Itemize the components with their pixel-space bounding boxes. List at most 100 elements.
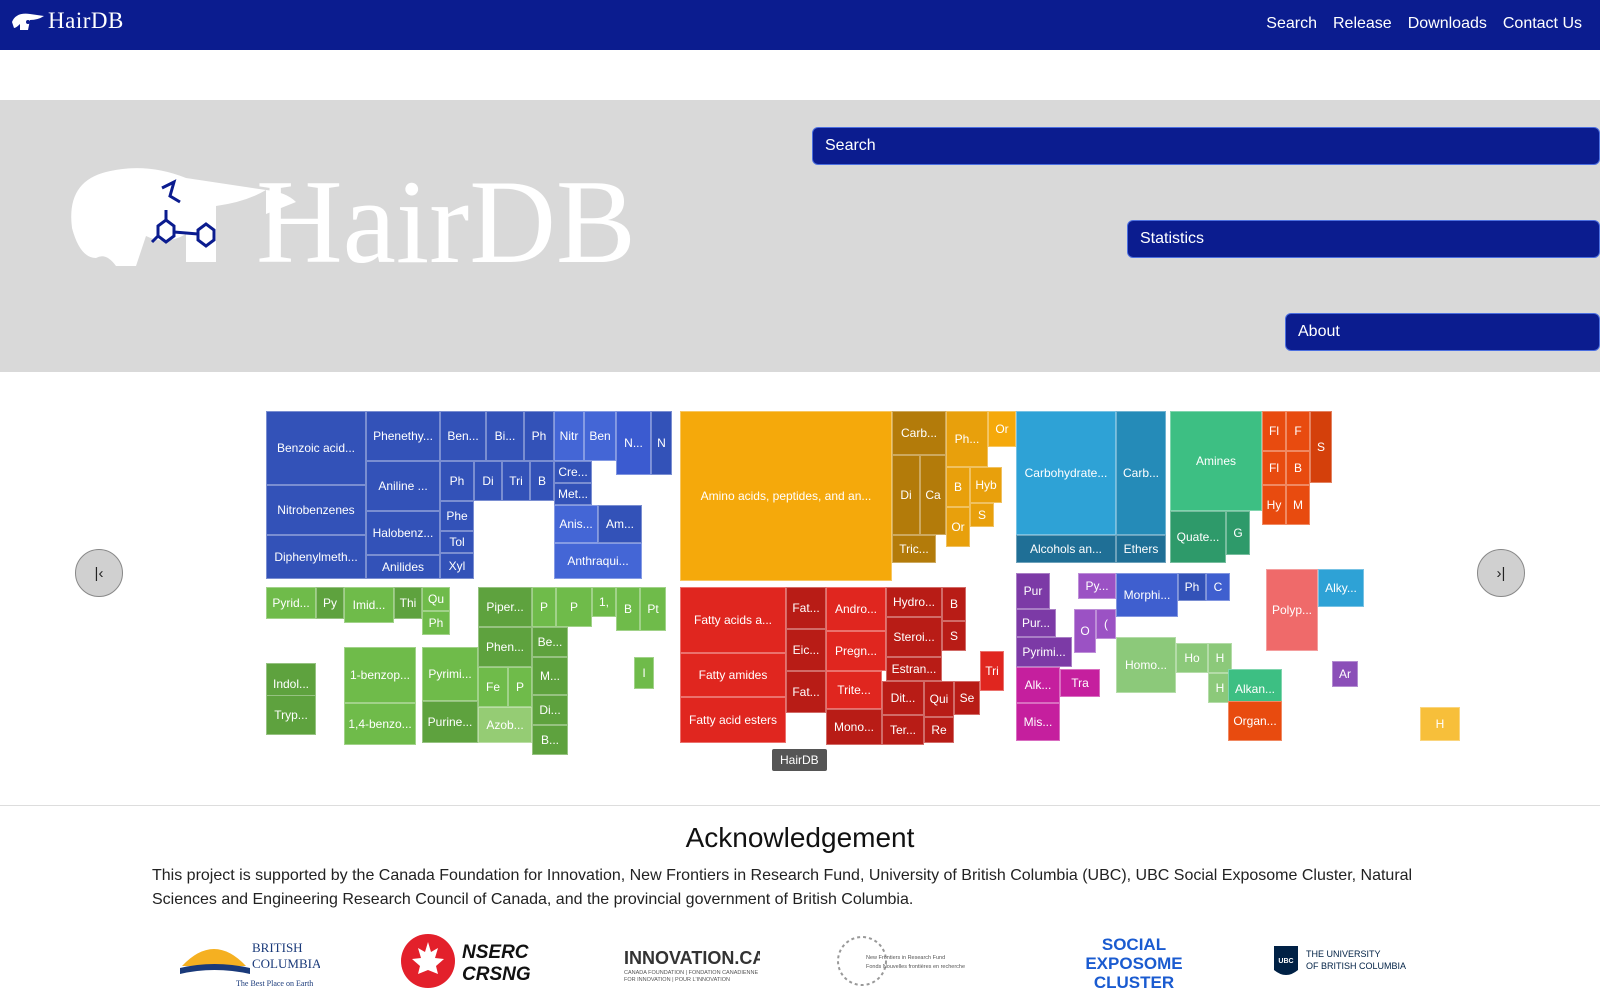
nserc-logo[interactable]: NSERC CRSNG <box>400 930 540 992</box>
nav-link-search[interactable]: Search <box>1266 15 1317 33</box>
treemap-cell[interactable]: Qu <box>422 587 450 611</box>
hero-about-button[interactable]: About <box>1285 313 1600 351</box>
treemap-cell[interactable]: Hydro... <box>886 587 942 617</box>
treemap-cell[interactable]: Phen... <box>478 627 532 667</box>
treemap-cell[interactable]: Alky... <box>1318 569 1364 607</box>
treemap-cell[interactable]: 1-benzop... <box>344 647 416 703</box>
treemap-cell[interactable]: Fatty acids a... <box>680 587 786 653</box>
treemap-cell[interactable]: Xyl <box>440 553 474 579</box>
treemap-cell[interactable]: Ben... <box>440 411 486 461</box>
treemap-cell[interactable]: Benzoic acid... <box>266 411 366 485</box>
treemap-cell[interactable]: Carb... <box>1116 411 1166 535</box>
treemap-cell[interactable]: Steroi... <box>886 617 942 657</box>
navbar-brand[interactable]: HairDB <box>10 8 124 34</box>
treemap-cell[interactable]: I <box>634 657 654 689</box>
treemap-cell[interactable]: Nitr <box>554 411 584 461</box>
treemap-cell[interactable]: Tol <box>440 531 474 553</box>
treemap-cell[interactable]: S <box>970 503 994 527</box>
treemap-cell[interactable]: Ph <box>440 461 474 501</box>
treemap-cell[interactable]: G <box>1226 511 1250 555</box>
treemap-cell[interactable]: P <box>532 587 556 627</box>
ubc-logo[interactable]: UBC THE UNIVERSITY OF BRITISH COLUMBIA <box>1270 930 1430 992</box>
treemap-cell[interactable]: Cre... <box>554 461 592 483</box>
treemap-cell[interactable]: B <box>530 461 554 501</box>
treemap-cell[interactable]: Mono... <box>826 709 882 745</box>
treemap-cell[interactable]: B <box>942 587 966 621</box>
treemap-cell[interactable]: Pt <box>640 587 666 631</box>
treemap-cell[interactable]: Thi <box>394 587 422 619</box>
treemap-cell[interactable]: M <box>1286 485 1310 525</box>
treemap-cell[interactable]: Ho <box>1176 643 1208 673</box>
treemap-cell[interactable]: 1,4-benzo... <box>344 703 416 745</box>
treemap-cell[interactable]: Or <box>988 411 1016 447</box>
hero-statistics-button[interactable]: Statistics <box>1127 220 1600 258</box>
treemap-cell[interactable]: Anilides <box>366 555 440 579</box>
treemap-cell[interactable]: Ter... <box>882 715 924 745</box>
social-exposome-cluster-logo[interactable]: SOCIAL EXPOSOME CLUSTER <box>1074 930 1194 992</box>
treemap-cell[interactable]: Ph <box>422 611 450 635</box>
treemap-cell[interactable]: Pyrimi... <box>1016 637 1072 667</box>
treemap-cell[interactable]: M... <box>532 657 568 695</box>
treemap-cell[interactable]: Eic... <box>786 629 826 671</box>
treemap-cell[interactable]: Fat... <box>786 671 826 713</box>
treemap-cell[interactable]: Di <box>474 461 502 501</box>
treemap-cell[interactable]: Bi... <box>486 411 524 461</box>
treemap-cell[interactable]: Py <box>316 587 344 619</box>
treemap-cell[interactable]: Diphenylmeth... <box>266 535 366 579</box>
treemap-cell[interactable]: Ph <box>1178 573 1206 601</box>
treemap-cell[interactable]: Dit... <box>882 681 924 715</box>
treemap-cell[interactable]: Ca <box>920 455 946 535</box>
treemap-cell[interactable]: Qui <box>924 681 954 717</box>
treemap-cell[interactable]: B... <box>532 725 568 755</box>
treemap-cell[interactable]: Pur... <box>1016 609 1056 637</box>
hero-search-button[interactable]: Search <box>812 127 1600 165</box>
treemap-cell[interactable]: Ph... <box>946 411 988 467</box>
treemap-cell[interactable]: Aniline ... <box>366 461 440 511</box>
innovation-ca-logo[interactable]: INNOVATION.CA CANADA FOUNDATION | FONDAT… <box>620 930 760 992</box>
treemap-cell[interactable]: S <box>942 621 966 651</box>
treemap-cell[interactable]: 1, <box>592 587 616 617</box>
treemap-cell[interactable]: Re <box>924 717 954 743</box>
treemap-cell[interactable]: Nitrobenzenes <box>266 485 366 535</box>
treemap-cell[interactable]: Pregn... <box>826 631 886 671</box>
treemap-cell[interactable]: Tri <box>502 461 530 501</box>
treemap-cell[interactable]: P <box>508 667 532 707</box>
treemap-cell[interactable]: N... <box>616 411 651 475</box>
treemap-cell[interactable]: O <box>1074 609 1096 653</box>
treemap-cell[interactable]: Carb... <box>892 411 946 455</box>
treemap-cell[interactable]: Se <box>954 681 980 715</box>
treemap-cell[interactable]: B <box>616 587 640 631</box>
treemap-cell[interactable]: Alcohols an... <box>1016 535 1116 563</box>
treemap-cell[interactable]: Amino acids, peptides, and an... <box>680 411 892 581</box>
treemap-cell[interactable]: Tri <box>980 651 1004 691</box>
treemap-cell[interactable]: Alk... <box>1016 667 1060 703</box>
treemap-cell[interactable]: P <box>556 587 592 627</box>
treemap-cell[interactable]: S <box>1310 411 1332 483</box>
treemap-cell[interactable]: N <box>651 411 672 475</box>
treemap-cell[interactable]: Fatty amides <box>680 653 786 697</box>
treemap-cell[interactable]: Fat... <box>786 587 826 629</box>
treemap-cell[interactable]: ( <box>1096 609 1116 639</box>
treemap-cell[interactable]: Pyrid... <box>266 587 316 619</box>
treemap-cell[interactable]: Piper... <box>478 587 532 627</box>
nav-link-contact[interactable]: Contact Us <box>1503 15 1582 33</box>
carousel-prev-button[interactable]: |‹ <box>75 549 123 597</box>
treemap-cell[interactable]: Halobenz... <box>366 511 440 555</box>
treemap-cell[interactable]: Anthraqui... <box>554 543 642 579</box>
treemap-cell[interactable]: Phe <box>440 501 474 531</box>
treemap-cell[interactable]: Am... <box>598 505 642 543</box>
treemap-cell[interactable]: Py... <box>1078 573 1116 599</box>
treemap-cell[interactable]: Pyrimi... <box>422 647 478 701</box>
treemap-cell[interactable]: Di... <box>532 695 568 725</box>
treemap-cell[interactable]: Hy <box>1262 485 1286 525</box>
treemap-cell[interactable]: Homo... <box>1116 637 1176 693</box>
treemap-cell[interactable]: Organ... <box>1228 701 1282 741</box>
treemap-cell[interactable]: F <box>1286 411 1310 451</box>
carousel-next-button[interactable]: ›| <box>1477 549 1525 597</box>
nav-link-downloads[interactable]: Downloads <box>1408 15 1487 33</box>
treemap-cell[interactable]: Pur <box>1016 573 1050 609</box>
treemap-cell[interactable]: Met... <box>554 483 592 505</box>
nav-link-release[interactable]: Release <box>1333 15 1392 33</box>
treemap-cell[interactable]: Imid... <box>344 587 394 623</box>
treemap-cell[interactable]: Quate... <box>1170 511 1226 563</box>
